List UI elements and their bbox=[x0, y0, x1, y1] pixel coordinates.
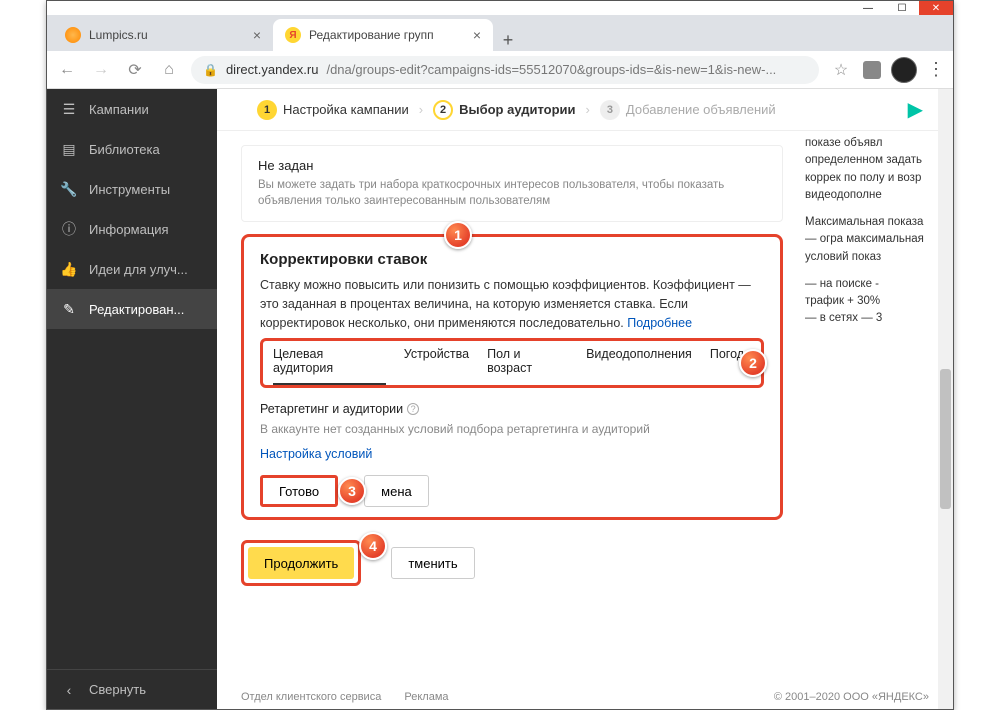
sidebar-item-campaigns[interactable]: ☰ Кампании bbox=[47, 89, 217, 129]
bid-desc: Ставку можно повысить или понизить с пом… bbox=[260, 276, 764, 332]
interests-title: Не задан bbox=[258, 158, 766, 173]
help-icon[interactable]: ? bbox=[407, 403, 419, 415]
play-icon[interactable]: ▶ bbox=[908, 97, 923, 122]
window-close[interactable]: ✕ bbox=[919, 1, 953, 15]
window-maximize[interactable]: ☐ bbox=[885, 1, 919, 15]
cancel-button[interactable]: мена bbox=[364, 475, 429, 507]
sidebar-item-label: Кампании bbox=[89, 102, 149, 117]
sidebar-item-label: Библиотека bbox=[89, 142, 160, 157]
sidebar-item-label: Информация bbox=[89, 222, 169, 237]
browser-menu[interactable]: ⋮ bbox=[927, 59, 945, 80]
close-icon[interactable]: × bbox=[473, 27, 481, 43]
footer-copyright: © 2001–2020 ООО «ЯНДЕКС» bbox=[774, 691, 929, 703]
window-titlebar: — ☐ ✕ bbox=[47, 1, 953, 15]
callout-badge-2: 2 bbox=[739, 349, 767, 377]
window-minimize[interactable]: — bbox=[851, 1, 885, 15]
footer-link-support[interactable]: Отдел клиентского сервиса bbox=[241, 691, 381, 703]
profile-avatar[interactable] bbox=[891, 57, 917, 83]
step-2-label[interactable]: Выбор аудитории bbox=[459, 102, 575, 117]
continue-highlight: Продолжить bbox=[241, 540, 361, 586]
close-icon[interactable]: × bbox=[253, 27, 261, 43]
tab-video[interactable]: Видеодополнения bbox=[586, 347, 692, 385]
sidebar-item-label: Инструменты bbox=[89, 182, 170, 197]
step-3-label: Добавление объявлений bbox=[626, 102, 776, 117]
thumb-up-icon: 👍 bbox=[61, 261, 77, 277]
step-2-badge: 2 bbox=[433, 100, 453, 120]
address-bar[interactable]: 🔒 direct.yandex.ru/dna/groups-edit?campa… bbox=[191, 56, 819, 84]
url-path: /dna/groups-edit?campaigns-ids=55512070&… bbox=[326, 62, 776, 77]
tab-target-audience[interactable]: Целевая аудитория bbox=[273, 347, 386, 385]
wizard-steps: 1 Настройка кампании › 2 Выбор аудитории… bbox=[217, 89, 953, 131]
back-button[interactable]: ← bbox=[55, 61, 79, 79]
bid-adjustments-block: 1 Корректировки ставок Ставку можно повы… bbox=[241, 234, 783, 520]
scrollbar-thumb[interactable] bbox=[940, 369, 951, 509]
sidebar-item-ideas[interactable]: 👍 Идеи для улуч... bbox=[47, 249, 217, 289]
lock-icon: 🔒 bbox=[203, 63, 218, 77]
favicon-lumpics bbox=[65, 27, 81, 43]
callout-badge-3: 3 bbox=[338, 477, 366, 505]
footer-link-ads[interactable]: Реклама bbox=[404, 691, 448, 703]
browser-tab-yandex[interactable]: Я Редактирование групп × bbox=[273, 19, 493, 51]
interests-subtitle: Вы можете задать три набора краткосрочны… bbox=[258, 177, 766, 209]
book-icon: ▤ bbox=[61, 141, 77, 157]
help-text: показе объявл определенном задать коррек… bbox=[805, 135, 935, 204]
scrollbar[interactable] bbox=[938, 89, 953, 709]
bookmark-button[interactable]: ☆ bbox=[829, 60, 853, 80]
sidebar-item-library[interactable]: ▤ Библиотека bbox=[47, 129, 217, 169]
help-text: Максимальная показа — огра максимальная … bbox=[805, 214, 935, 266]
learn-more-link[interactable]: Подробнее bbox=[627, 316, 692, 330]
chevron-right-icon: › bbox=[586, 102, 590, 117]
help-text: трафик + 30% bbox=[805, 293, 935, 310]
sidebar-collapse-label: Свернуть bbox=[89, 682, 146, 697]
home-button[interactable]: ⌂ bbox=[157, 61, 181, 79]
tab-title: Редактирование групп bbox=[309, 28, 434, 42]
favicon-yandex: Я bbox=[285, 27, 301, 43]
continue-button[interactable]: Продолжить bbox=[248, 547, 354, 579]
tab-title: Lumpics.ru bbox=[89, 28, 148, 42]
browser-tab-lumpics[interactable]: Lumpics.ru × bbox=[53, 19, 273, 51]
bid-title: Корректировки ставок bbox=[260, 251, 764, 268]
callout-badge-4: 4 bbox=[359, 532, 387, 560]
step-3-badge: 3 bbox=[600, 100, 620, 120]
form-actions: Продолжить 4 тменить bbox=[241, 540, 783, 586]
sidebar-item-edit[interactable]: ✎ Редактирован... bbox=[47, 289, 217, 329]
sidebar-item-label: Редактирован... bbox=[89, 302, 184, 317]
tab-devices[interactable]: Устройства bbox=[404, 347, 469, 385]
info-icon: ⓘ bbox=[61, 221, 77, 237]
page-footer: Отдел клиентского сервиса Реклама © 2001… bbox=[241, 691, 929, 703]
pencil-icon: ✎ bbox=[61, 301, 77, 317]
setup-conditions-link[interactable]: Настройка условий bbox=[260, 447, 372, 461]
step-1-label[interactable]: Настройка кампании bbox=[283, 102, 409, 117]
main-content: 1 Настройка кампании › 2 Выбор аудитории… bbox=[217, 89, 953, 709]
url-host: direct.yandex.ru bbox=[226, 62, 319, 77]
app-sidebar: ☰ Кампании ▤ Библиотека 🔧 Инструменты ⓘ … bbox=[47, 89, 217, 709]
sidebar-item-label: Идеи для улуч... bbox=[89, 262, 188, 277]
step-1-badge: 1 bbox=[257, 100, 277, 120]
new-tab-button[interactable]: + bbox=[493, 30, 523, 51]
tab-gender-age[interactable]: Пол и возраст bbox=[487, 347, 568, 385]
cancel-button[interactable]: тменить bbox=[391, 547, 474, 579]
wrench-icon: 🔧 bbox=[61, 181, 77, 197]
retargeting-empty: В аккаунте нет созданных условий подбора… bbox=[260, 422, 764, 436]
browser-tabs: Lumpics.ru × Я Редактирование групп × + bbox=[47, 15, 953, 51]
help-panel: показе объявл определенном задать коррек… bbox=[805, 135, 935, 328]
sidebar-collapse[interactable]: ‹ Свернуть bbox=[47, 669, 217, 709]
extension-icon[interactable] bbox=[863, 61, 881, 79]
chevron-left-icon: ‹ bbox=[61, 682, 77, 698]
chevron-right-icon: › bbox=[419, 102, 423, 117]
interests-block: Не задан Вы можете задать три набора кра… bbox=[241, 145, 783, 222]
menu-icon: ☰ bbox=[61, 101, 77, 117]
help-text: — на поиске - bbox=[805, 276, 935, 293]
done-button[interactable]: Готово bbox=[260, 475, 338, 507]
forward-button[interactable]: → bbox=[89, 61, 113, 79]
sidebar-item-info[interactable]: ⓘ Информация bbox=[47, 209, 217, 249]
bid-tabs: 2 Целевая аудитория Устройства Пол и воз… bbox=[260, 338, 764, 388]
browser-toolbar: ← → ⟳ ⌂ 🔒 direct.yandex.ru/dna/groups-ed… bbox=[47, 51, 953, 89]
callout-badge-1: 1 bbox=[444, 221, 472, 249]
reload-button[interactable]: ⟳ bbox=[123, 60, 147, 80]
help-text: — в сетях — 3 bbox=[805, 310, 935, 327]
sidebar-item-tools[interactable]: 🔧 Инструменты bbox=[47, 169, 217, 209]
retargeting-label: Ретаргетинг и аудитории ? bbox=[260, 402, 764, 416]
